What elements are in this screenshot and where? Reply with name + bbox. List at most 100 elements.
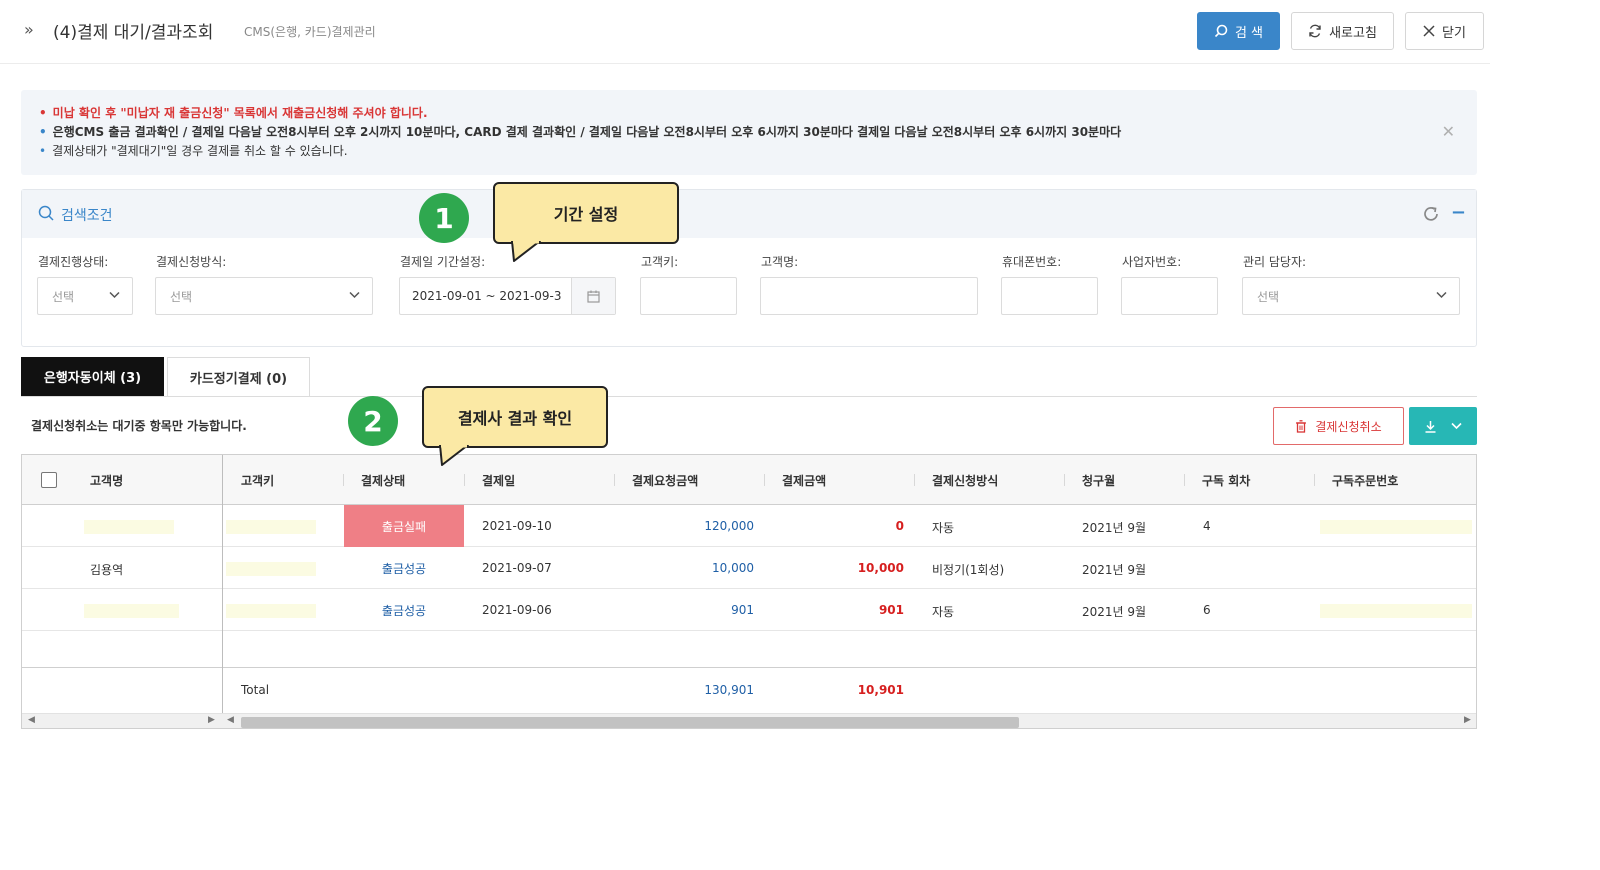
bullet-icon: • <box>39 125 47 139</box>
callout-result: 결제사 결과 확인 <box>422 386 608 448</box>
amount-cell: 901 <box>878 603 904 617</box>
period-label: 결제일 기간설정: <box>400 255 486 269</box>
close-button[interactable]: 닫기 <box>1405 12 1484 50</box>
scrollbar-thumb[interactable] <box>241 717 1019 728</box>
date-cell: 2021-09-10 <box>482 519 552 533</box>
grid-header: 고객명 고객키 결제상태 결제일 결제요청금액 결제금액 결제신청방식 청구월 … <box>22 455 1476 505</box>
masked-customer-name <box>84 604 179 618</box>
total-label: Total <box>241 683 270 697</box>
method-cell: 비정기(1회성) <box>932 563 1005 577</box>
total-row: Total 130,901 10,901 <box>22 667 1476 713</box>
search-panel: 검색조건 − 결제진행상태: 선택 결제신청방식: 선택 결제일 기간설정: 2… <box>21 189 1477 347</box>
col-billing-month[interactable]: 청구월 <box>1082 472 1115 489</box>
request-amount-cell: 10,000 <box>712 561 754 575</box>
col-request-amount[interactable]: 결제요청금액 <box>632 472 698 489</box>
download-icon <box>1425 420 1436 433</box>
phone-input[interactable] <box>1001 277 1098 315</box>
status-select[interactable]: 선택 <box>37 277 133 315</box>
table-row[interactable]: 출금실패 2021-09-10 120,000 0 자동 2021년 9월 4 <box>22 505 1476 547</box>
page-subtitle: CMS(은행, 카드)결제관리 <box>244 25 376 39</box>
total-amount: 10,901 <box>857 683 904 697</box>
collapse-icon[interactable]: − <box>1451 202 1466 223</box>
col-separator <box>1184 474 1185 486</box>
customer-key-label: 고객키: <box>641 255 679 269</box>
customer-key-input[interactable] <box>640 277 737 315</box>
status-badge-fail: 출금실패 <box>344 505 464 547</box>
col-amount[interactable]: 결제금액 <box>782 472 826 489</box>
select-all-checkbox[interactable] <box>41 472 57 488</box>
chevron-down-icon <box>349 291 360 299</box>
table-row[interactable]: 출금성공 2021-09-06 901 901 자동 2021년 9월 6 <box>22 589 1476 631</box>
manager-select[interactable]: 선택 <box>1242 277 1460 315</box>
col-customer-name[interactable]: 고객명 <box>90 472 123 489</box>
billing-month-cell: 2021년 9월 <box>1082 605 1147 619</box>
close-icon <box>1423 25 1435 37</box>
biz-no-input[interactable] <box>1121 277 1218 315</box>
masked-customer-key <box>226 604 316 618</box>
frozen-column-divider <box>222 455 223 713</box>
col-method[interactable]: 결제신청방식 <box>932 472 998 489</box>
round-cell: 6 <box>1203 603 1211 617</box>
period-date-input[interactable]: 2021-09-01 ~ 2021-09-3 <box>399 277 616 315</box>
calendar-icon[interactable] <box>571 278 615 314</box>
search-panel-header: 검색조건 − <box>22 190 1476 238</box>
col-separator <box>914 474 915 486</box>
col-separator <box>1314 474 1315 486</box>
scroll-left-icon[interactable]: ◀ <box>227 715 234 725</box>
phone-label: 휴대폰번호: <box>1002 255 1062 269</box>
status-badge-success: 출금성공 <box>381 561 427 576</box>
method-label: 결제신청방식: <box>156 255 227 269</box>
refresh-button[interactable]: 새로고침 <box>1291 12 1394 50</box>
scroll-right-icon[interactable]: ▶ <box>208 715 215 725</box>
reset-icon[interactable] <box>1422 205 1440 223</box>
scroll-right-icon[interactable]: ▶ <box>1464 715 1471 725</box>
col-status[interactable]: 결제상태 <box>361 472 405 489</box>
trash-icon <box>1296 419 1307 433</box>
close-button-label: 닫기 <box>1442 25 1466 41</box>
masked-order-no <box>1320 520 1472 534</box>
refresh-icon <box>1309 24 1321 38</box>
method-select[interactable]: 선택 <box>155 277 373 315</box>
date-cell: 2021-09-06 <box>482 603 552 617</box>
tab-divider <box>21 396 1477 397</box>
bullet-icon: • <box>39 144 47 158</box>
request-amount-cell: 120,000 <box>704 519 754 533</box>
request-amount-cell: 901 <box>731 603 754 617</box>
payment-grid: 고객명 고객키 결제상태 결제일 결제요청금액 결제금액 결제신청방식 청구월 … <box>21 454 1477 729</box>
scroll-left-icon[interactable]: ◀ <box>28 715 35 725</box>
col-customer-key[interactable]: 고객키 <box>241 472 274 489</box>
col-separator <box>464 474 465 486</box>
search-button-label: 검 색 <box>1234 25 1264 41</box>
callout-badge-2: 2 <box>348 396 398 446</box>
tab-bank-transfer[interactable]: 은행자동이체 (3) <box>21 357 164 396</box>
horizontal-scrollbar[interactable]: ◀ ▶ ◀ ▶ <box>22 713 1476 728</box>
chevron-down-icon <box>1451 422 1462 430</box>
notice-box: • 미납 확인 후 "미납자 재 출금신청" 목록에서 재출금신청해 주셔야 합니… <box>21 90 1477 175</box>
notice-line-3: • 결제상태가 "결제대기"일 경우 결제를 취소 할 수 있습니다. <box>39 144 348 158</box>
customer-name-input[interactable] <box>760 277 978 315</box>
col-round[interactable]: 구독 회차 <box>1202 472 1250 489</box>
col-separator <box>343 474 344 486</box>
callout-badge-1: 1 <box>419 193 469 243</box>
notice-line-2: • 은행CMS 출금 결과확인 / 결제일 다음날 오전8시부터 오후 2시까지 … <box>39 125 1122 139</box>
masked-customer-key <box>226 562 316 576</box>
tab-card-payment[interactable]: 카드정기결제 (0) <box>167 357 310 396</box>
amount-cell: 10,000 <box>857 561 904 575</box>
cancel-payment-button[interactable]: 결제신청취소 <box>1273 407 1404 445</box>
refresh-button-label: 새로고침 <box>1329 25 1377 41</box>
method-cell: 자동 <box>932 605 955 619</box>
notice-close-icon[interactable]: ✕ <box>1442 122 1455 141</box>
expand-chevron-icon[interactable]: » <box>24 20 34 39</box>
search-button[interactable]: 검 색 <box>1197 12 1280 50</box>
status-label: 결제진행상태: <box>38 255 109 269</box>
col-date[interactable]: 결제일 <box>482 472 515 489</box>
masked-customer-name <box>84 520 174 534</box>
page-title: (4)결제 대기/결과조회 <box>53 23 214 43</box>
masked-order-no <box>1320 604 1472 618</box>
chevron-down-icon <box>109 291 120 299</box>
table-row[interactable]: 김용역 출금성공 2021-09-07 10,000 10,000 비정기(1회… <box>22 547 1476 589</box>
download-button[interactable] <box>1409 407 1477 445</box>
col-order-no[interactable]: 구독주문번호 <box>1332 472 1398 489</box>
page-header: » (4)결제 대기/결과조회 CMS(은행, 카드)결제관리 검 색 새로고침… <box>0 0 1490 64</box>
search-icon <box>38 205 54 221</box>
